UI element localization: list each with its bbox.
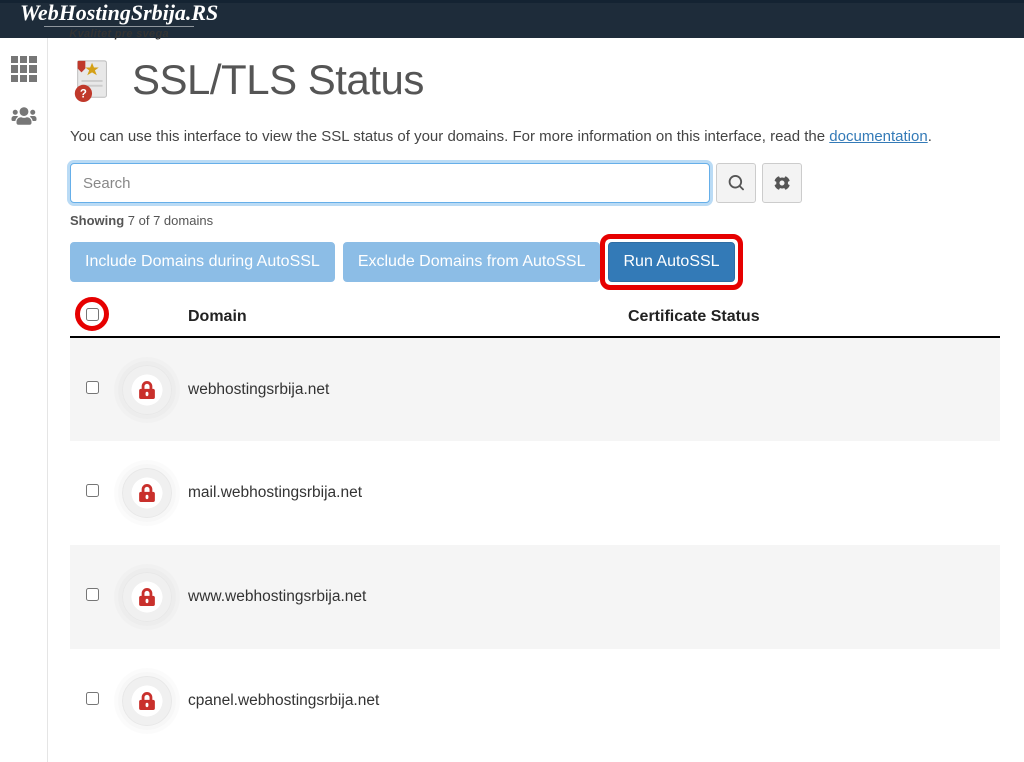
exclude-domains-button[interactable]: Exclude Domains from AutoSSL (343, 242, 601, 282)
result-counter: Showing 7 of 7 domains (70, 213, 1000, 228)
brand: WebHostingSrbija.RS Kvalitet pre svega (20, 2, 218, 40)
brand-name: WebHostingSrbija.RS (20, 0, 218, 25)
table-row: mail.webhostingsrbija.net (70, 441, 1000, 545)
search-button[interactable] (716, 163, 756, 203)
run-autossl-button[interactable]: Run AutoSSL (608, 242, 734, 282)
top-bar: WebHostingSrbija.RS Kvalitet pre svega (0, 0, 1024, 38)
row-checkbox[interactable] (86, 588, 99, 601)
domain-cell: www.webhostingsrbija.net (180, 545, 620, 649)
left-icon-sidebar (0, 38, 48, 762)
counter-text: 7 of 7 domains (128, 213, 213, 228)
table-row: cpanel.webhostingsrbija.net (70, 649, 1000, 753)
domain-cell: cpanel.webhostingsrbija.net (180, 649, 620, 753)
status-cell (620, 545, 1000, 649)
ssl-status-icon: ? (70, 57, 116, 103)
gears-icon (774, 175, 790, 191)
status-cell (620, 441, 1000, 545)
intro-text: You can use this interface to view the S… (70, 128, 1000, 145)
main-content: ? SSL/TLS Status You can use this interf… (48, 38, 1024, 762)
domains-table: Domain Certificate Status webhostingsrbi… (70, 298, 1000, 753)
header-domain: Domain (180, 298, 620, 337)
lock-icon (122, 365, 172, 415)
row-checkbox[interactable] (86, 484, 99, 497)
header-status: Certificate Status (620, 298, 1000, 337)
status-cell (620, 337, 1000, 441)
search-icon (728, 175, 744, 191)
row-checkbox[interactable] (86, 692, 99, 705)
lock-icon (122, 468, 172, 518)
search-row (70, 163, 1000, 203)
intro-prefix: You can use this interface to view the S… (70, 128, 829, 145)
users-icon[interactable] (10, 106, 38, 126)
table-header-row: Domain Certificate Status (70, 298, 1000, 337)
search-settings-button[interactable] (762, 163, 802, 203)
table-row: www.webhostingsrbija.net (70, 545, 1000, 649)
apps-grid-icon[interactable] (11, 56, 37, 82)
select-all-checkbox[interactable] (86, 308, 99, 321)
search-input[interactable] (70, 163, 710, 203)
table-row: webhostingsrbija.net (70, 337, 1000, 441)
action-row: Include Domains during AutoSSL Exclude D… (70, 242, 1000, 282)
row-checkbox[interactable] (86, 381, 99, 394)
status-cell (620, 649, 1000, 753)
include-domains-button[interactable]: Include Domains during AutoSSL (70, 242, 335, 282)
svg-text:?: ? (80, 88, 87, 100)
lock-icon (122, 572, 172, 622)
documentation-link[interactable]: documentation (829, 128, 927, 145)
domain-cell: webhostingsrbija.net (180, 337, 620, 441)
page-title-row: ? SSL/TLS Status (70, 56, 1000, 104)
counter-label: Showing (70, 213, 124, 228)
page-title: SSL/TLS Status (132, 56, 424, 104)
header-checkbox-cell (70, 298, 114, 337)
intro-suffix: . (928, 128, 932, 145)
lock-icon (122, 676, 172, 726)
domain-cell: mail.webhostingsrbija.net (180, 441, 620, 545)
